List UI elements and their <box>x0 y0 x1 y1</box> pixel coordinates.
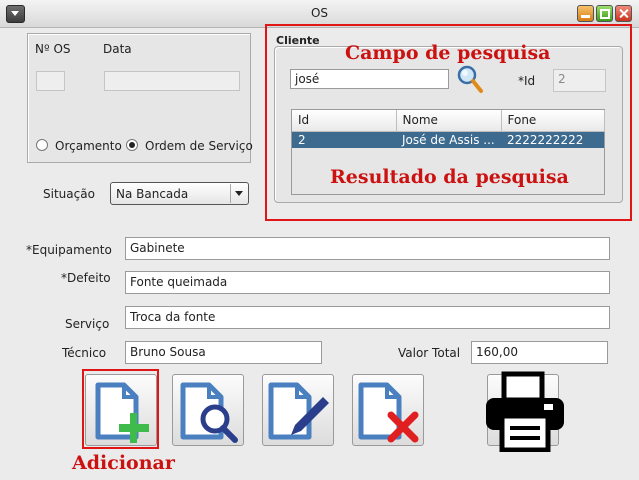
radio-ordem-servico[interactable] <box>126 139 138 151</box>
tecnico-field[interactable]: Bruno Sousa <box>125 341 322 364</box>
delete-button[interactable] <box>352 374 424 446</box>
printer-icon <box>480 370 570 455</box>
situacao-value: Na Bancada <box>116 187 189 201</box>
defeito-field[interactable]: Fonte queimada <box>125 271 610 294</box>
tecnico-label: Técnico <box>62 346 107 360</box>
radio-orcamento[interactable] <box>36 139 48 151</box>
equipamento-field[interactable]: Gabinete <box>125 237 610 260</box>
date-label: Data <box>103 42 132 56</box>
edit-button[interactable] <box>262 374 334 446</box>
search-record-button[interactable] <box>172 374 244 446</box>
maximize-button[interactable] <box>596 5 613 22</box>
window-title: OS <box>310 6 329 20</box>
chevron-down-icon <box>230 184 247 203</box>
situacao-select[interactable]: Na Bancada <box>110 182 249 205</box>
os-number-label: Nº OS <box>35 42 71 56</box>
servico-label: Serviço <box>65 317 110 331</box>
search-document-icon <box>173 375 243 448</box>
defeito-label: *Defeito <box>61 271 111 285</box>
add-button[interactable] <box>85 374 157 446</box>
date-field <box>104 71 240 91</box>
add-annotation-label: Adicionar <box>72 452 175 474</box>
situacao-label: Situação <box>43 187 95 201</box>
radio-orcamento-label[interactable]: Orçamento <box>55 139 122 153</box>
close-button[interactable] <box>615 5 632 22</box>
valor-total-label: Valor Total <box>398 346 461 360</box>
radio-ordem-servico-label[interactable]: Ordem de Serviço <box>145 139 253 153</box>
results-annotation-label: Resultado da pesquisa <box>330 166 569 188</box>
minimize-button[interactable] <box>577 5 594 22</box>
valor-total-field[interactable]: 160,00 <box>471 341 608 364</box>
equipamento-label: *Equipamento <box>26 243 112 257</box>
edit-document-icon <box>263 375 333 448</box>
search-annotation-label: Campo de pesquisa <box>345 42 551 64</box>
delete-document-icon <box>353 375 423 448</box>
os-number-field <box>36 71 65 91</box>
add-document-icon <box>86 375 156 448</box>
servico-field[interactable]: Troca da fonte <box>125 306 610 329</box>
